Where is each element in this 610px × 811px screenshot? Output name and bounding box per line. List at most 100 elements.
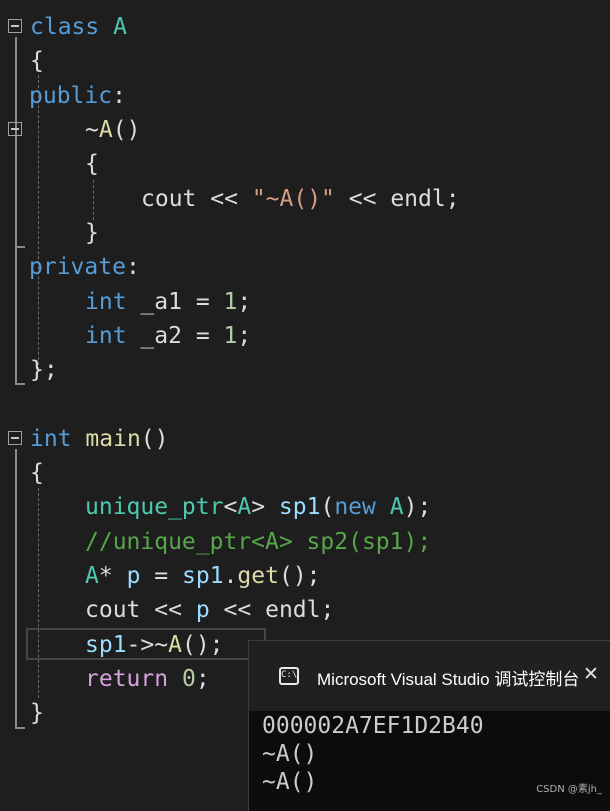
indent-guide bbox=[93, 180, 94, 220]
function-name: A bbox=[168, 632, 182, 658]
variable: sp1 bbox=[182, 563, 224, 589]
number: 0 bbox=[181, 666, 196, 692]
keyword: class bbox=[30, 14, 100, 40]
number: 1 bbox=[223, 323, 238, 349]
operator: -> bbox=[126, 632, 155, 658]
close-icon[interactable]: ✕ bbox=[583, 663, 599, 685]
punct: ; bbox=[237, 289, 252, 315]
terminal-icon: C:\ bbox=[279, 667, 299, 685]
code-line: { bbox=[0, 456, 55, 490]
operator: << bbox=[154, 597, 182, 623]
collapse-icon[interactable] bbox=[8, 19, 22, 33]
identifier: cout bbox=[85, 597, 141, 623]
comment: //unique_ptr<A> sp2(sp1); bbox=[85, 529, 432, 555]
variable: p bbox=[126, 563, 141, 589]
brace: { bbox=[30, 460, 44, 486]
keyword: return bbox=[85, 666, 169, 692]
console-output-line: 000002A7EF1D2B40 bbox=[262, 713, 484, 739]
parens: () bbox=[181, 632, 210, 658]
keyword: public bbox=[29, 83, 113, 109]
code-line: { bbox=[0, 44, 55, 78]
punct: ( bbox=[320, 494, 335, 520]
keyword: int bbox=[85, 323, 127, 349]
console-titlebar[interactable]: C:\ Microsoft Visual Studio 调试控制台 ✕ bbox=[249, 641, 610, 711]
punct: ; bbox=[445, 186, 460, 212]
punct: . bbox=[223, 563, 238, 589]
variable: sp1 bbox=[278, 494, 321, 520]
brace: { bbox=[85, 151, 99, 177]
operator: < bbox=[223, 494, 238, 520]
code-line: cout << "~A()" << endl; bbox=[0, 182, 460, 216]
identifier: cout bbox=[141, 186, 197, 212]
operator: << bbox=[210, 186, 238, 212]
function-name: main bbox=[85, 426, 141, 452]
collapse-icon[interactable] bbox=[8, 431, 22, 445]
code-line: cout << p << endl; bbox=[0, 593, 334, 627]
code-line: ~A() bbox=[0, 113, 140, 147]
code-line: //unique_ptr<A> sp2(sp1); bbox=[0, 525, 431, 559]
punct: : bbox=[125, 254, 140, 280]
brace: { bbox=[30, 48, 44, 74]
brace: }; bbox=[30, 357, 58, 383]
parens: () bbox=[140, 426, 169, 452]
code-line: sp1->~A(); bbox=[0, 628, 224, 662]
code-line: }; bbox=[0, 353, 58, 387]
operator: = bbox=[154, 563, 169, 589]
code-line: return 0; bbox=[0, 662, 210, 696]
identifier: _a1 bbox=[140, 289, 182, 315]
keyword: int bbox=[30, 426, 72, 452]
function-name: get bbox=[237, 563, 279, 589]
code-line: A* p = sp1.get(); bbox=[0, 559, 321, 593]
type-name: A bbox=[389, 494, 404, 520]
identifier: endl bbox=[390, 186, 446, 212]
punct: : bbox=[112, 83, 126, 109]
punct: ; bbox=[237, 323, 252, 349]
parens: () bbox=[112, 117, 141, 143]
code-line: int _a2 = 1; bbox=[0, 319, 251, 353]
brace: } bbox=[85, 220, 99, 246]
operator: << bbox=[223, 597, 252, 623]
operator: = bbox=[195, 323, 210, 349]
tilde: ~ bbox=[85, 117, 99, 143]
punct: ) bbox=[403, 494, 418, 520]
operator: > bbox=[251, 494, 266, 520]
code-line: { bbox=[0, 147, 99, 181]
punct: ; bbox=[320, 597, 335, 623]
code-line: private: bbox=[0, 250, 140, 284]
variable: p bbox=[195, 597, 210, 623]
console-output-line: ~A() bbox=[262, 769, 318, 795]
console-title: Microsoft Visual Studio 调试控制台 bbox=[317, 670, 580, 689]
code-line: public: bbox=[0, 79, 126, 113]
punct: ; bbox=[209, 632, 224, 658]
code-line: int _a1 = 1; bbox=[0, 285, 251, 319]
variable: sp1 bbox=[85, 632, 127, 658]
type-name: unique_ptr bbox=[85, 494, 224, 520]
operator: * bbox=[98, 563, 113, 589]
number: 1 bbox=[223, 289, 238, 315]
punct: ; bbox=[195, 666, 210, 692]
code-line: class A bbox=[0, 10, 127, 44]
code-line: unique_ptr<A> sp1(new A); bbox=[0, 490, 431, 524]
type-name: A bbox=[237, 494, 252, 520]
brace: } bbox=[30, 700, 44, 726]
tilde: ~ bbox=[154, 632, 169, 658]
code-line: } bbox=[0, 696, 55, 730]
keyword: private bbox=[29, 254, 126, 280]
identifier: _a2 bbox=[140, 323, 182, 349]
code-line: } bbox=[0, 216, 99, 250]
operator: = bbox=[195, 289, 210, 315]
code-line: int main() bbox=[0, 422, 169, 456]
keyword: int bbox=[85, 289, 127, 315]
watermark: CSDN @素jh_ bbox=[536, 784, 602, 795]
keyword: new bbox=[334, 494, 376, 520]
operator: << bbox=[348, 186, 377, 212]
string-literal: "~A()" bbox=[251, 186, 335, 212]
punct: ; bbox=[417, 494, 432, 520]
punct: ; bbox=[306, 563, 321, 589]
type-name: A bbox=[85, 563, 99, 589]
identifier: endl bbox=[265, 597, 321, 623]
function-name: A bbox=[98, 117, 113, 143]
collapse-icon[interactable] bbox=[8, 122, 22, 136]
parens: () bbox=[278, 563, 307, 589]
console-output-line: ~A() bbox=[262, 741, 318, 767]
